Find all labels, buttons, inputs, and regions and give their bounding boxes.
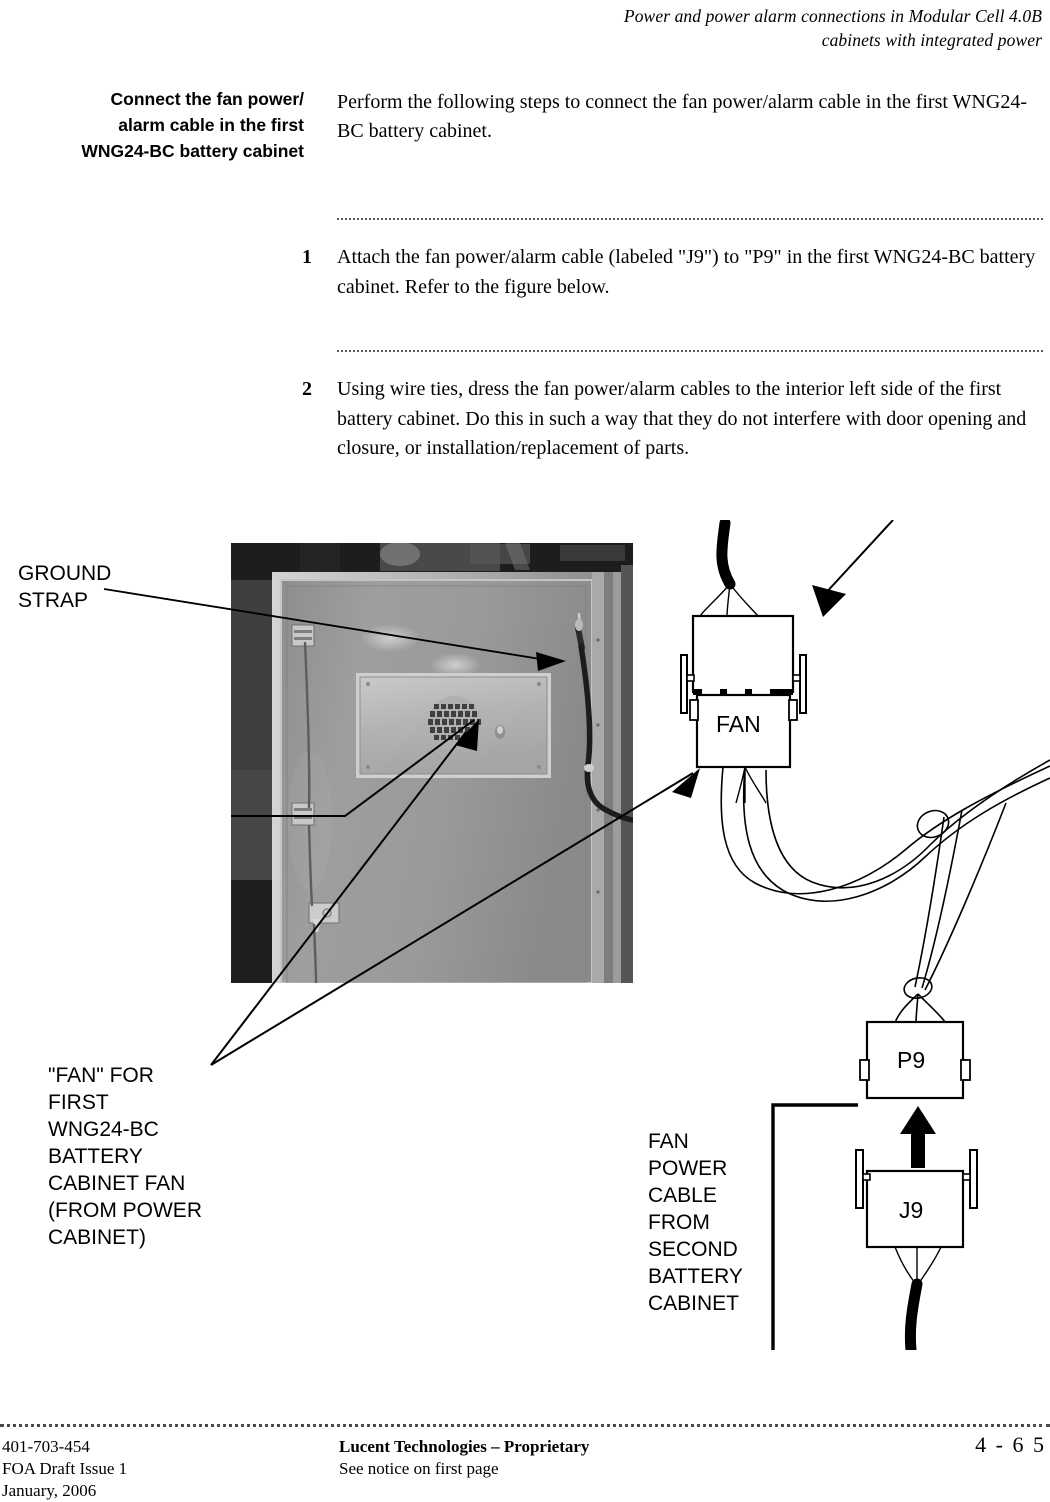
section-side-heading: Connect the fan power/ alarm cable in th… [0, 86, 304, 164]
step-divider-1 [337, 218, 1043, 220]
running-header: Power and power alarm connections in Mod… [342, 4, 1042, 52]
footer-divider [0, 1424, 1050, 1427]
callout-ground-strap-line-1: GROUND [18, 562, 111, 585]
step-number-1: 1 [302, 246, 312, 268]
fan-power-cable-bundle [720, 759, 1050, 1024]
callout-fan-line-5: CABINET FAN [48, 1172, 185, 1195]
step-text-1: Attach the fan power/alarm cable (labele… [337, 246, 1036, 298]
section-intro-paragraph: Perform the following steps to connect t… [337, 91, 1027, 142]
side-heading-line-2: alarm cable in the first [118, 115, 304, 135]
page-footer: 401-703-454 FOA Draft Issue 1 January, 2… [0, 1432, 1050, 1502]
cabinet-photograph [231, 543, 633, 983]
callout-fan-line-1: "FAN" FOR [48, 1064, 154, 1087]
footer-page-number: 4 - 6 5 [975, 1432, 1046, 1457]
callout-fan-line-2: FIRST [48, 1091, 109, 1114]
leader-arrow-fan-connector [812, 585, 846, 617]
door-hinge-middle [291, 802, 315, 826]
footer-doc-number: 401-703-454 [2, 1437, 90, 1456]
connector-j9: J9 [855, 1149, 978, 1350]
running-header-line-2: cabinets with integrated power [821, 30, 1042, 50]
footer-issue: FOA Draft Issue 1 [2, 1459, 128, 1478]
connector-p9-label: P9 [897, 1047, 925, 1073]
footer-document-info: 401-703-454 FOA Draft Issue 1 January, 2… [2, 1436, 127, 1502]
figure-fan-power-alarm-cable: GROUND STRAP "FAN" FOR FIRST WNG24-BC BA… [0, 520, 1050, 1350]
connector-fan-label: FAN [716, 711, 761, 737]
leader-line-fan-connector [822, 520, 894, 597]
callout-fan-line-7: CABINET) [48, 1226, 146, 1249]
callout-fan-line-6: (FROM POWER [48, 1199, 202, 1222]
connector-p9: P9 [859, 1020, 971, 1100]
footer-proprietary-line: Lucent Technologies – Proprietary [339, 1437, 590, 1456]
callout-cable-line-2: POWER [648, 1157, 727, 1180]
callout-fan-line-4: BATTERY [48, 1145, 143, 1168]
door-hinge-top [291, 624, 315, 647]
step-text-2: Using wire ties, dress the fan power/ala… [337, 378, 1027, 459]
running-header-line-1: Power and power alarm connections in Mod… [623, 6, 1042, 26]
side-heading-line-1: Connect the fan power/ [110, 89, 304, 109]
callout-cable-line-3: CABLE [648, 1184, 717, 1207]
callout-fan-first-cabinet: "FAN" FOR FIRST WNG24-BC BATTERY CABINET… [48, 1064, 202, 1249]
callout-bracket-fan-power-cable [771, 1103, 858, 1350]
callout-cable-line-5: SECOND [648, 1238, 738, 1261]
callout-fan-line-3: WNG24-BC [48, 1118, 159, 1141]
footer-date: January, 2006 [2, 1481, 97, 1500]
step-number-2: 2 [302, 378, 312, 400]
mating-arrow-j9-to-p9 [900, 1106, 936, 1168]
footer-proprietary-notice: Lucent Technologies – Proprietary See no… [339, 1436, 589, 1480]
callout-fan-power-cable: FAN POWER CABLE FROM SECOND BATTERY CABI… [648, 1130, 743, 1315]
connector-fan: FAN [680, 520, 807, 804]
callout-cable-line-4: FROM [648, 1211, 710, 1234]
footer-notice-line: See notice on first page [339, 1459, 499, 1478]
callout-cable-line-1: FAN [648, 1130, 689, 1153]
step-divider-2 [337, 350, 1043, 352]
callout-cable-line-6: BATTERY [648, 1265, 743, 1288]
connector-j9-label: J9 [899, 1197, 923, 1223]
callout-cable-line-7: CABINET [648, 1292, 739, 1315]
callout-ground-strap-line-2: STRAP [18, 589, 88, 612]
side-heading-line-3: WNG24-BC battery cabinet [81, 141, 304, 161]
